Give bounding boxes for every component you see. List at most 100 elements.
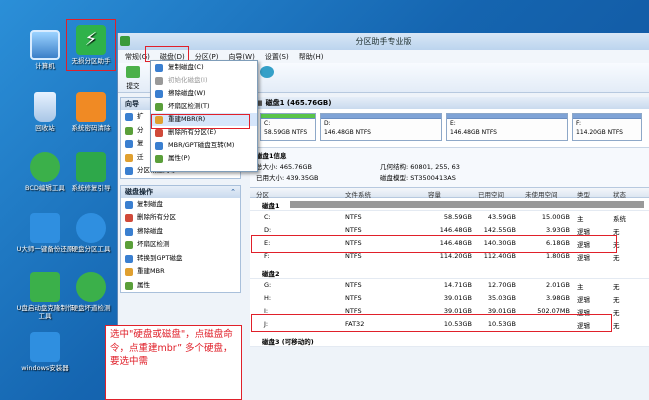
disk-operations-title: 磁盘操作 [125,187,153,196]
table-cell: 15.00GB [541,213,570,221]
table-row[interactable]: G: NTFS 14.71GB 12.70GB 2.01GB 主 无 [250,279,649,292]
dropdown-item-label: MBR/GPT磁盘互转(M) [168,141,235,149]
disk-bar [290,201,644,208]
table-cell: 12.70GB [487,281,516,289]
disk-group-row[interactable]: 磁盘3 (可移动的) [250,334,649,347]
table-cell: 2.01GB [546,281,570,289]
menu-help[interactable]: 帮助(H) [294,52,329,62]
title-bar: 分区助手专业版 [118,33,649,50]
diskop-label: 删除所有分区 [137,213,176,221]
submit-button[interactable]: 提交 [122,66,144,90]
table-cell: 146.48GB [439,226,472,234]
properties-icon [155,155,163,163]
dropdown-item[interactable]: 擦除磁盘(W) [151,87,257,100]
card-size: 146.48GB NTFS [324,129,371,136]
diskop-delete-all[interactable]: 删除所有分区 [121,211,240,225]
disk-group-row[interactable]: 磁盘1 [250,198,649,211]
icon-label: 硬盘分区工具 [71,245,111,253]
desktop-icon-password-clear[interactable]: 系统密码清除 [62,92,120,132]
properties-icon [125,281,133,290]
diskop-label: 属性 [137,280,150,289]
disk-group-title: 磁盘1 [262,202,280,210]
highlight-rebuild-mbr [151,114,250,129]
delete-partitions-icon [125,214,133,222]
wizard-item-label: 扩 [137,112,144,120]
card-drive: D: [324,120,331,127]
disk-map: C: 58.59GB NTFS D: 146.48GB NTFS E: 146.48G… [250,109,649,147]
disk-used-size: 已用大小: 439.35GB [256,174,319,182]
collapse-icon[interactable]: ⌃ [230,186,236,198]
rebuild-mbr-icon [125,268,133,276]
wizard-item-label: 复 [137,139,144,147]
computer-icon [30,30,60,60]
wizard-item-label: 分 [137,125,144,134]
table-row[interactable]: C: NTFS 58.59GB 43.59GB 15.00GB 主 系统 [250,211,649,224]
table-cell: H: [264,294,272,302]
diskop-convert-gpt[interactable]: 转换到GPT磁盘 [121,252,240,266]
dropdown-item-label: 擦除磁盘(W) [168,89,206,97]
desktop-icon-bad-sector[interactable]: 硬盘坏道检测 [62,272,120,312]
window-title: 分区助手专业版 [355,37,412,46]
copy-disk-icon [155,64,163,72]
dropdown-item[interactable]: MBR/GPT磁盘互转(M) [151,139,257,152]
desktop-icon-windows-installer[interactable]: windows安装器 [16,332,74,372]
card-size: 114.20GB NTFS [576,129,623,136]
table-cell: NTFS [345,294,362,302]
gear-icon [260,66,274,78]
highlight-disk1-row [251,235,617,253]
icon-label: windows安装器 [21,364,69,372]
disk-group-title: 磁盘3 (可移动的) [262,338,314,346]
wizard-item-icon [125,126,133,135]
dropdown-item[interactable]: 坏扇区检测(T) [151,100,257,113]
recycle-bin-icon [34,92,56,122]
highlight-partition-assistant [66,19,116,71]
disk-info: 磁盘1信息 总大小: 465.76GB 几何结构: 60801, 255, 63… [250,147,649,187]
convert-disk-icon [155,142,163,150]
bad-sector-check-icon [125,241,133,249]
diskop-bad-sector[interactable]: 坏扇区检测 [121,238,240,252]
toolbar-button-settings[interactable] [256,66,278,80]
table-cell: 1.80GB [546,252,570,260]
partition-card-c[interactable]: C: 58.59GB NTFS [260,113,316,141]
highlight-disk2-row [251,314,612,332]
wizard-item-icon [125,113,133,121]
diskop-wipe-disk[interactable]: 擦除磁盘 [121,225,240,239]
dropdown-item-label: 属性(P) [168,154,190,162]
dropdown-item[interactable]: 属性(P) [151,152,257,165]
submit-icon [126,66,140,78]
disk-partition-icon [76,213,106,243]
table-row[interactable]: H: NTFS 39.01GB 35.03GB 3.98GB 逻辑 无 [250,292,649,305]
table-cell: 无 [613,322,620,330]
icon-label: 系统修复引导 [71,184,111,192]
diskop-properties[interactable]: 属性 [121,279,240,293]
desktop-icon-disk-partition[interactable]: 硬盘分区工具 [62,213,120,253]
diskop-copy-disk[interactable]: 复制磁盘 [121,198,240,212]
table-cell: 35.03GB [487,294,516,302]
table-cell: 无 [613,309,620,317]
bad-sector-icon [76,272,106,302]
card-drive: F: [576,120,582,127]
disk-operations-header[interactable]: 磁盘操作 ⌃ [121,185,240,198]
disk-group-row[interactable]: 磁盘2 [250,266,649,279]
partition-card-d[interactable]: D: 146.48GB NTFS [320,113,442,141]
diskop-rebuild-mbr[interactable]: 重建MBR [121,265,240,279]
card-drive: E: [450,120,456,127]
usb-clone-icon [30,272,60,302]
partition-recovery-icon [125,167,133,175]
table-cell: 逻辑 [577,254,590,262]
partition-card-e[interactable]: E: 146.48GB NTFS [446,113,568,141]
dropdown-item[interactable]: 复制磁盘(C) [151,61,257,74]
table-cell: 逻辑 [577,296,590,304]
disk1-header: 磁盘1 (465.76GB) [250,97,649,109]
copy-disk-icon [125,200,133,209]
wizard-item-icon [125,140,133,148]
table-cell: 43.59GB [487,213,516,221]
disk-geometry: 几何结构: 60801, 255, 63 [380,163,460,171]
desktop-icon-boot-repair[interactable]: 系统修复引导 [62,152,120,192]
menu-settings[interactable]: 设置(S) [260,52,294,62]
wizard-item-label: 迁 [137,152,144,161]
partition-card-f[interactable]: F: 114.20GB NTFS [572,113,642,141]
submit-label: 提交 [126,82,140,90]
table-cell: NTFS [345,226,362,234]
table-cell: NTFS [345,252,362,260]
